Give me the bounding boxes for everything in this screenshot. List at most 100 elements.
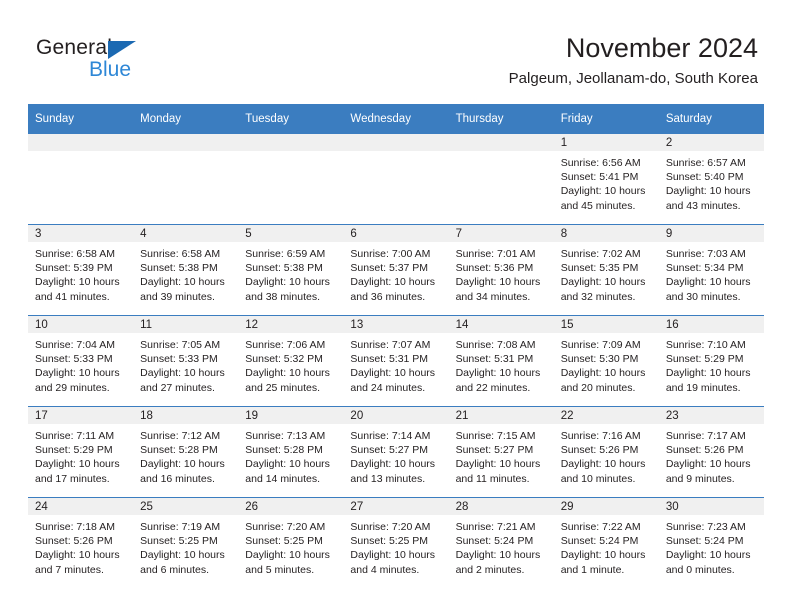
daylight-text-line1: Daylight: 10 hours — [665, 549, 751, 562]
day-number: 5 — [238, 225, 344, 242]
sunrise-text: Sunrise: 7:21 AM — [455, 521, 536, 533]
day-details: Sunrise: 7:09 AM Sunset: 5:30 PM Daylight:… — [554, 333, 659, 395]
calendar-cell-day[interactable]: 25 Sunrise: 7:19 AM Sunset: 5:25 PM Dayligh… — [133, 497, 239, 588]
daylight-text-line2: and 19 minutes. — [665, 381, 741, 394]
calendar-cell-day[interactable]: 11 Sunrise: 7:05 AM Sunset: 5:33 PM Dayligh… — [133, 315, 239, 407]
sunrise-text: Sunrise: 6:58 AM — [140, 248, 221, 260]
calendar-cell-day[interactable]: 23 Sunrise: 7:17 AM Sunset: 5:26 PM Dayligh… — [658, 406, 764, 498]
day-number: 24 — [28, 498, 134, 515]
day-details: Sunrise: 7:21 AM Sunset: 5:24 PM Daylight:… — [449, 515, 554, 577]
calendar-cell-day[interactable]: 29 Sunrise: 7:22 AM Sunset: 5:24 PM Dayligh… — [553, 497, 659, 588]
calendar-cell-day[interactable]: 10 Sunrise: 7:04 AM Sunset: 5:33 PM Dayligh… — [28, 315, 134, 407]
sunset-text: Sunset: 5:34 PM — [665, 262, 744, 275]
day-number: 10 — [28, 316, 134, 333]
calendar-cell-day[interactable]: 9 Sunrise: 7:03 AM Sunset: 5:34 PM Daylight… — [658, 224, 764, 316]
daylight-text-line1: Daylight: 10 hours — [560, 367, 646, 380]
calendar-cell-day[interactable]: 13 Sunrise: 7:07 AM Sunset: 5:31 PM Dayligh… — [343, 315, 449, 407]
day-number: 12 — [238, 316, 344, 333]
day-details: Sunrise: 7:14 AM Sunset: 5:27 PM Daylight:… — [343, 424, 448, 486]
sunset-text: Sunset: 5:28 PM — [245, 444, 323, 457]
day-number: 7 — [448, 225, 554, 242]
day-details: Sunrise: 7:11 AM Sunset: 5:29 PM Daylight:… — [28, 424, 133, 486]
calendar-cell-day[interactable]: 17 Sunrise: 7:11 AM Sunset: 5:29 PM Dayligh… — [28, 406, 134, 498]
daylight-text-line1: Daylight: 10 hours — [245, 549, 330, 562]
calendar-cell-day[interactable]: 22 Sunrise: 7:16 AM Sunset: 5:26 PM Dayligh… — [553, 406, 659, 498]
day-number: 27 — [343, 498, 449, 515]
day-cell: 18 Sunrise: 7:12 AM Sunset: 5:28 PM Dayligh… — [133, 407, 239, 497]
weekday-header-saturday: Saturday — [658, 104, 764, 134]
calendar-week-row: 3 Sunrise: 6:58 AM Sunset: 5:39 PM Daylight… — [28, 224, 764, 316]
daylight-text-line1: Daylight: 10 hours — [665, 458, 751, 471]
sunset-text: Sunset: 5:38 PM — [245, 262, 323, 275]
weekday-header-thursday: Thursday — [448, 104, 554, 134]
day-cell — [343, 134, 449, 224]
sunrise-text: Sunrise: 7:20 AM — [245, 521, 326, 533]
sunset-text: Sunset: 5:26 PM — [35, 535, 113, 548]
calendar-cell-day[interactable]: 4 Sunrise: 6:58 AM Sunset: 5:38 PM Daylight… — [133, 224, 239, 316]
calendar-cell-day[interactable]: 12 Sunrise: 7:06 AM Sunset: 5:32 PM Dayligh… — [238, 315, 344, 407]
weekday-header-friday: Friday — [553, 104, 659, 134]
sunrise-text: Sunrise: 7:01 AM — [455, 248, 536, 260]
page-title: November 2024 — [565, 33, 758, 63]
calendar-cell-day[interactable]: 26 Sunrise: 7:20 AM Sunset: 5:25 PM Dayligh… — [238, 497, 344, 588]
calendar-cell-day[interactable]: 7 Sunrise: 7:01 AM Sunset: 5:36 PM Daylight… — [448, 224, 554, 316]
calendar-cell-day[interactable]: 16 Sunrise: 7:10 AM Sunset: 5:29 PM Dayligh… — [658, 315, 764, 407]
calendar-cell-day[interactable]: 20 Sunrise: 7:14 AM Sunset: 5:27 PM Dayligh… — [343, 406, 449, 498]
daylight-text-line2: and 39 minutes. — [140, 290, 215, 303]
day-cell: 23 Sunrise: 7:17 AM Sunset: 5:26 PM Dayligh… — [658, 407, 764, 497]
page-header: General Blue November 2024 Palgeum, Jeol… — [0, 0, 792, 104]
daylight-text-line2: and 34 minutes. — [455, 290, 531, 303]
general-blue-logo[interactable]: General Blue — [36, 36, 216, 88]
calendar-cell-day[interactable]: 21 Sunrise: 7:15 AM Sunset: 5:27 PM Dayligh… — [448, 406, 554, 498]
daylight-text-line2: and 27 minutes. — [140, 381, 215, 394]
weekday-header-wednesday: Wednesday — [343, 104, 449, 134]
sunset-text: Sunset: 5:26 PM — [665, 444, 744, 457]
calendar-cell-day[interactable]: 30 Sunrise: 7:23 AM Sunset: 5:24 PM Dayligh… — [658, 497, 764, 588]
sunrise-text: Sunrise: 7:07 AM — [350, 339, 431, 351]
sunset-text: Sunset: 5:32 PM — [245, 353, 323, 366]
sunrise-text: Sunrise: 7:08 AM — [455, 339, 536, 351]
calendar-cell-day[interactable]: 15 Sunrise: 7:09 AM Sunset: 5:30 PM Dayligh… — [553, 315, 659, 407]
daylight-text-line1: Daylight: 10 hours — [350, 276, 436, 289]
sunset-text: Sunset: 5:24 PM — [665, 535, 744, 548]
day-number: 9 — [658, 225, 764, 242]
day-number: 30 — [658, 498, 764, 515]
day-details: Sunrise: 7:17 AM Sunset: 5:26 PM Daylight:… — [659, 424, 764, 486]
calendar-cell-day[interactable]: 14 Sunrise: 7:08 AM Sunset: 5:31 PM Dayligh… — [448, 315, 554, 407]
daylight-text-line2: and 1 minute. — [560, 563, 625, 576]
day-details: Sunrise: 7:10 AM Sunset: 5:29 PM Daylight:… — [659, 333, 764, 395]
day-details: Sunrise: 7:01 AM Sunset: 5:36 PM Daylight:… — [449, 242, 554, 304]
calendar-cell-day[interactable]: 8 Sunrise: 7:02 AM Sunset: 5:35 PM Daylight… — [553, 224, 659, 316]
daylight-text-line1: Daylight: 10 hours — [350, 367, 436, 380]
calendar-cell-day[interactable]: 19 Sunrise: 7:13 AM Sunset: 5:28 PM Dayligh… — [238, 406, 344, 498]
day-cell: 28 Sunrise: 7:21 AM Sunset: 5:24 PM Dayligh… — [448, 498, 554, 588]
sunrise-text: Sunrise: 7:13 AM — [245, 430, 326, 442]
sunset-text: Sunset: 5:37 PM — [350, 262, 429, 275]
day-number: 16 — [658, 316, 764, 333]
day-cell: 24 Sunrise: 7:18 AM Sunset: 5:26 PM Dayligh… — [28, 498, 134, 588]
calendar-cell-day[interactable]: 1 Sunrise: 6:56 AM Sunset: 5:41 PM Daylight… — [553, 134, 659, 225]
calendar-body: 1 Sunrise: 6:56 AM Sunset: 5:41 PM Daylight… — [28, 134, 764, 588]
sunrise-text: Sunrise: 7:06 AM — [245, 339, 326, 351]
daylight-text-line2: and 6 minutes. — [140, 563, 210, 576]
calendar-page: General Blue November 2024 Palgeum, Jeol… — [0, 0, 792, 612]
calendar-cell-day[interactable]: 5 Sunrise: 6:59 AM Sunset: 5:38 PM Daylight… — [238, 224, 344, 316]
day-cell: 7 Sunrise: 7:01 AM Sunset: 5:36 PM Daylight… — [448, 225, 554, 315]
day-details: Sunrise: 7:22 AM Sunset: 5:24 PM Daylight:… — [554, 515, 659, 577]
calendar-cell-day[interactable]: 24 Sunrise: 7:18 AM Sunset: 5:26 PM Dayligh… — [28, 497, 134, 588]
day-cell: 25 Sunrise: 7:19 AM Sunset: 5:25 PM Dayligh… — [133, 498, 239, 588]
calendar-cell-day[interactable]: 2 Sunrise: 6:57 AM Sunset: 5:40 PM Daylight… — [658, 134, 764, 225]
daylight-text-line2: and 0 minutes. — [665, 563, 735, 576]
day-number: 19 — [238, 407, 344, 424]
calendar-cell-day[interactable]: 6 Sunrise: 7:00 AM Sunset: 5:37 PM Daylight… — [343, 224, 449, 316]
calendar-cell-day[interactable]: 3 Sunrise: 6:58 AM Sunset: 5:39 PM Daylight… — [28, 224, 134, 316]
sunset-text: Sunset: 5:26 PM — [560, 444, 639, 457]
day-details: Sunrise: 6:59 AM Sunset: 5:38 PM Daylight:… — [238, 242, 343, 304]
calendar-cell-day[interactable]: 28 Sunrise: 7:21 AM Sunset: 5:24 PM Dayligh… — [448, 497, 554, 588]
daylight-text-line2: and 9 minutes. — [665, 472, 735, 485]
calendar-cell-empty — [238, 134, 344, 225]
calendar-cell-day[interactable]: 18 Sunrise: 7:12 AM Sunset: 5:28 PM Dayligh… — [133, 406, 239, 498]
calendar-cell-day[interactable]: 27 Sunrise: 7:20 AM Sunset: 5:25 PM Dayligh… — [343, 497, 449, 588]
sunrise-text: Sunrise: 7:22 AM — [560, 521, 641, 533]
sunset-text: Sunset: 5:24 PM — [455, 535, 534, 548]
